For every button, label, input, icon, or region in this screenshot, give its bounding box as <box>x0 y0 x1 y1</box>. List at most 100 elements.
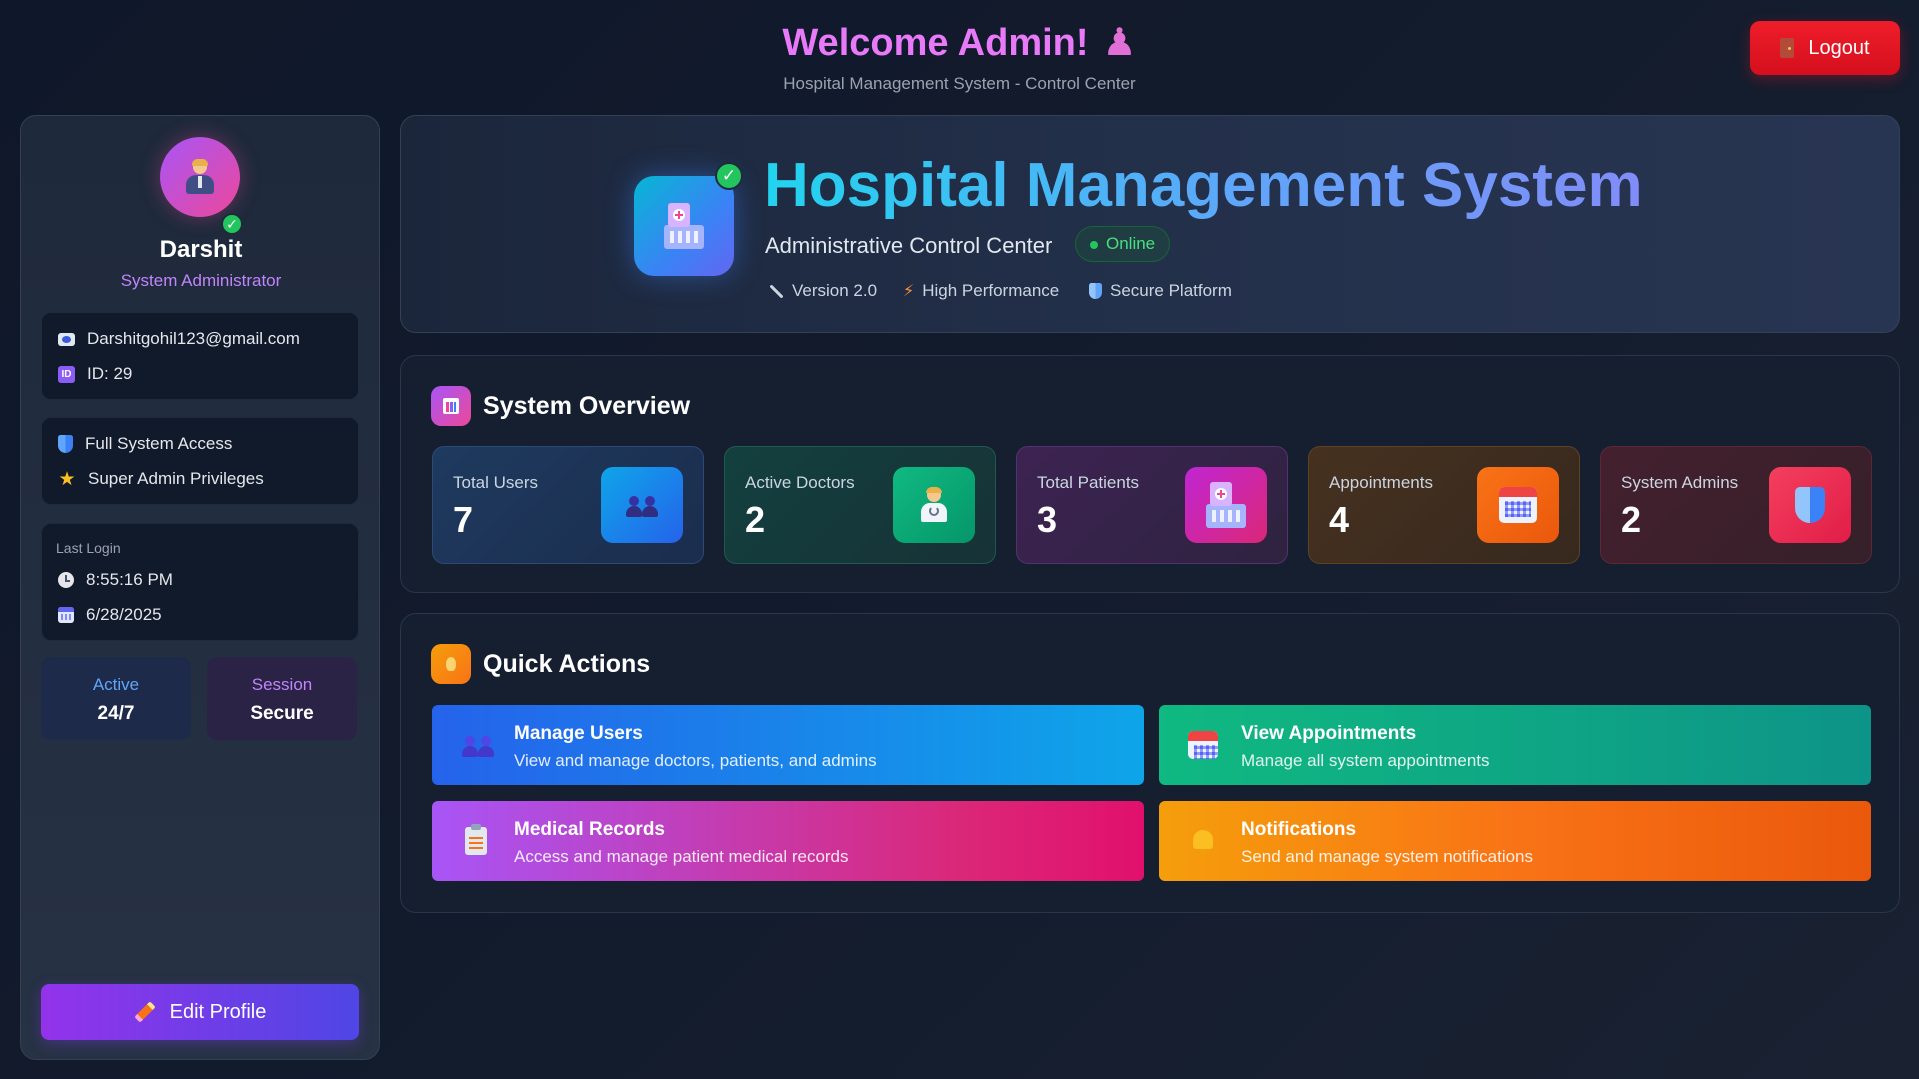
lightning-icon: ⚡ <box>903 283 915 300</box>
active-value: 24/7 <box>97 703 135 724</box>
meta-security: Secure Platform <box>1089 281 1232 301</box>
meta-version: Version 2.0 <box>768 281 877 301</box>
stat-label: Total Patients <box>1037 473 1140 492</box>
stat-value: 3 <box>1037 499 1058 540</box>
welcome-heading: Welcome Admin! ♟ <box>0 20 1919 65</box>
stat-card-appointments[interactable]: Appointments 4 <box>1308 446 1580 564</box>
avatar <box>160 137 240 217</box>
stat-card-system-admins[interactable]: System Admins 2 <box>1600 446 1872 564</box>
id-row: ID ID: 29 <box>58 364 132 384</box>
action-title: Manage Users <box>514 723 643 744</box>
id-card-icon <box>58 332 75 346</box>
calendar-icon <box>1187 729 1219 761</box>
calendar-icon <box>58 607 74 623</box>
shield-icon <box>1769 467 1851 543</box>
verified-icon: ✓ <box>221 213 243 235</box>
stat-label: Appointments <box>1329 473 1433 492</box>
edit-profile-button[interactable]: Edit Profile <box>41 984 359 1040</box>
quick-actions-header: Quick Actions <box>431 644 650 684</box>
clock-icon <box>58 572 74 588</box>
action-description: View and manage doctors, patients, and a… <box>514 751 877 770</box>
email-text: Darshitgohil123@gmail.com <box>87 329 300 348</box>
quick-actions-panel: Quick Actions Manage Users View and mana… <box>400 613 1900 913</box>
wrench-icon <box>768 283 784 299</box>
stat-card-active-doctors[interactable]: Active Doctors 2 <box>724 446 996 564</box>
id-text: ID: 29 <box>87 364 133 383</box>
active-label: Active <box>92 675 140 694</box>
stat-value: 7 <box>453 499 474 540</box>
user-icon: ♟ <box>1102 22 1137 64</box>
meta-performance: ⚡ High Performance <box>903 281 1059 301</box>
stat-value: 2 <box>745 499 766 540</box>
stat-value: 2 <box>1621 499 1642 540</box>
meta-text: High Performance <box>922 281 1060 300</box>
clipboard-icon <box>460 824 492 857</box>
action-description: Send and manage system notifications <box>1241 847 1534 866</box>
stat-card-total-users[interactable]: Total Users 7 <box>432 446 704 564</box>
profile-sidebar: ✓ Darshit System Administrator Darshitgo… <box>20 115 380 1060</box>
last-login-date-row: 6/28/2025 <box>58 605 162 625</box>
door-icon <box>1780 38 1795 58</box>
users-icon <box>601 467 683 543</box>
session-value: Secure <box>250 703 314 724</box>
flame-icon <box>431 644 471 684</box>
calendar-icon <box>1477 467 1559 543</box>
hospital-icon <box>634 176 734 276</box>
users-icon <box>460 729 494 761</box>
stat-value: 4 <box>1329 499 1350 540</box>
contact-card: Darshitgohil123@gmail.com ID ID: 29 <box>41 312 359 400</box>
edit-profile-label: Edit Profile <box>169 1000 267 1023</box>
stat-card-total-patients[interactable]: Total Patients 3 <box>1016 446 1288 564</box>
pencil-icon <box>134 1001 156 1023</box>
admin-avatar-icon <box>186 159 214 194</box>
hero-subtitle: Administrative Control Center <box>765 233 1053 258</box>
check-icon: ✓ <box>715 162 743 190</box>
hospital-icon <box>1185 467 1267 543</box>
shield-icon <box>58 435 73 453</box>
permission-text: Super Admin Privileges <box>88 469 264 488</box>
permissions-card: Full System Access ★ Super Admin Privile… <box>41 417 359 505</box>
action-description: Manage all system appointments <box>1241 751 1490 770</box>
hero-title: Hospital Management System <box>764 151 1643 220</box>
action-title: View Appointments <box>1241 723 1417 744</box>
meta-text: Secure Platform <box>1110 281 1232 300</box>
chart-icon <box>431 386 471 426</box>
medical-records-button[interactable]: Medical Records Access and manage patien… <box>432 801 1144 881</box>
status-badge: Online <box>1075 226 1171 262</box>
star-icon: ★ <box>58 468 76 490</box>
last-login-time-row: 8:55:16 PM <box>58 570 173 590</box>
active-status-box: Active 24/7 <box>41 657 191 740</box>
last-login-card: Last Login 8:55:16 PM 6/28/2025 <box>41 523 359 641</box>
logout-button[interactable]: Logout <box>1750 21 1900 75</box>
action-title: Notifications <box>1241 819 1357 840</box>
quick-actions-title: Quick Actions <box>483 649 651 678</box>
doctor-icon <box>893 467 975 543</box>
action-title: Medical Records <box>514 819 665 840</box>
hero-banner: ✓ Hospital Management System Administrat… <box>400 115 1900 333</box>
permission-row: ★ Super Admin Privileges <box>58 468 264 490</box>
page-header: Welcome Admin! ♟ Hospital Management Syst… <box>0 0 1919 110</box>
permission-row: Full System Access <box>58 434 232 454</box>
manage-users-button[interactable]: Manage Users View and manage doctors, pa… <box>432 705 1144 785</box>
notifications-button[interactable]: Notifications Send and manage system not… <box>1159 801 1871 881</box>
welcome-text: Welcome Admin! <box>782 22 1089 64</box>
id-icon: ID <box>58 365 75 383</box>
stat-label: Total Users <box>453 473 539 492</box>
session-status-box: Session Secure <box>207 657 357 740</box>
shield-icon <box>1089 283 1102 299</box>
action-description: Access and manage patient medical record… <box>514 847 849 866</box>
overview-title: System Overview <box>483 391 691 420</box>
session-label: Session <box>251 675 313 694</box>
meta-text: Version 2.0 <box>792 281 878 300</box>
bell-icon <box>1187 825 1219 857</box>
logout-label: Logout <box>1808 36 1870 59</box>
page-subtitle: Hospital Management System - Control Cen… <box>783 74 1136 93</box>
stat-label: Active Doctors <box>745 473 855 492</box>
last-login-date: 6/28/2025 <box>86 605 162 624</box>
profile-name: Darshit <box>159 236 243 263</box>
last-login-time: 8:55:16 PM <box>86 570 173 589</box>
view-appointments-button[interactable]: View Appointments Manage all system appo… <box>1159 705 1871 785</box>
overview-header: System Overview <box>431 386 690 426</box>
profile-role: System Administrator <box>120 271 282 290</box>
email-row: Darshitgohil123@gmail.com <box>58 329 300 349</box>
